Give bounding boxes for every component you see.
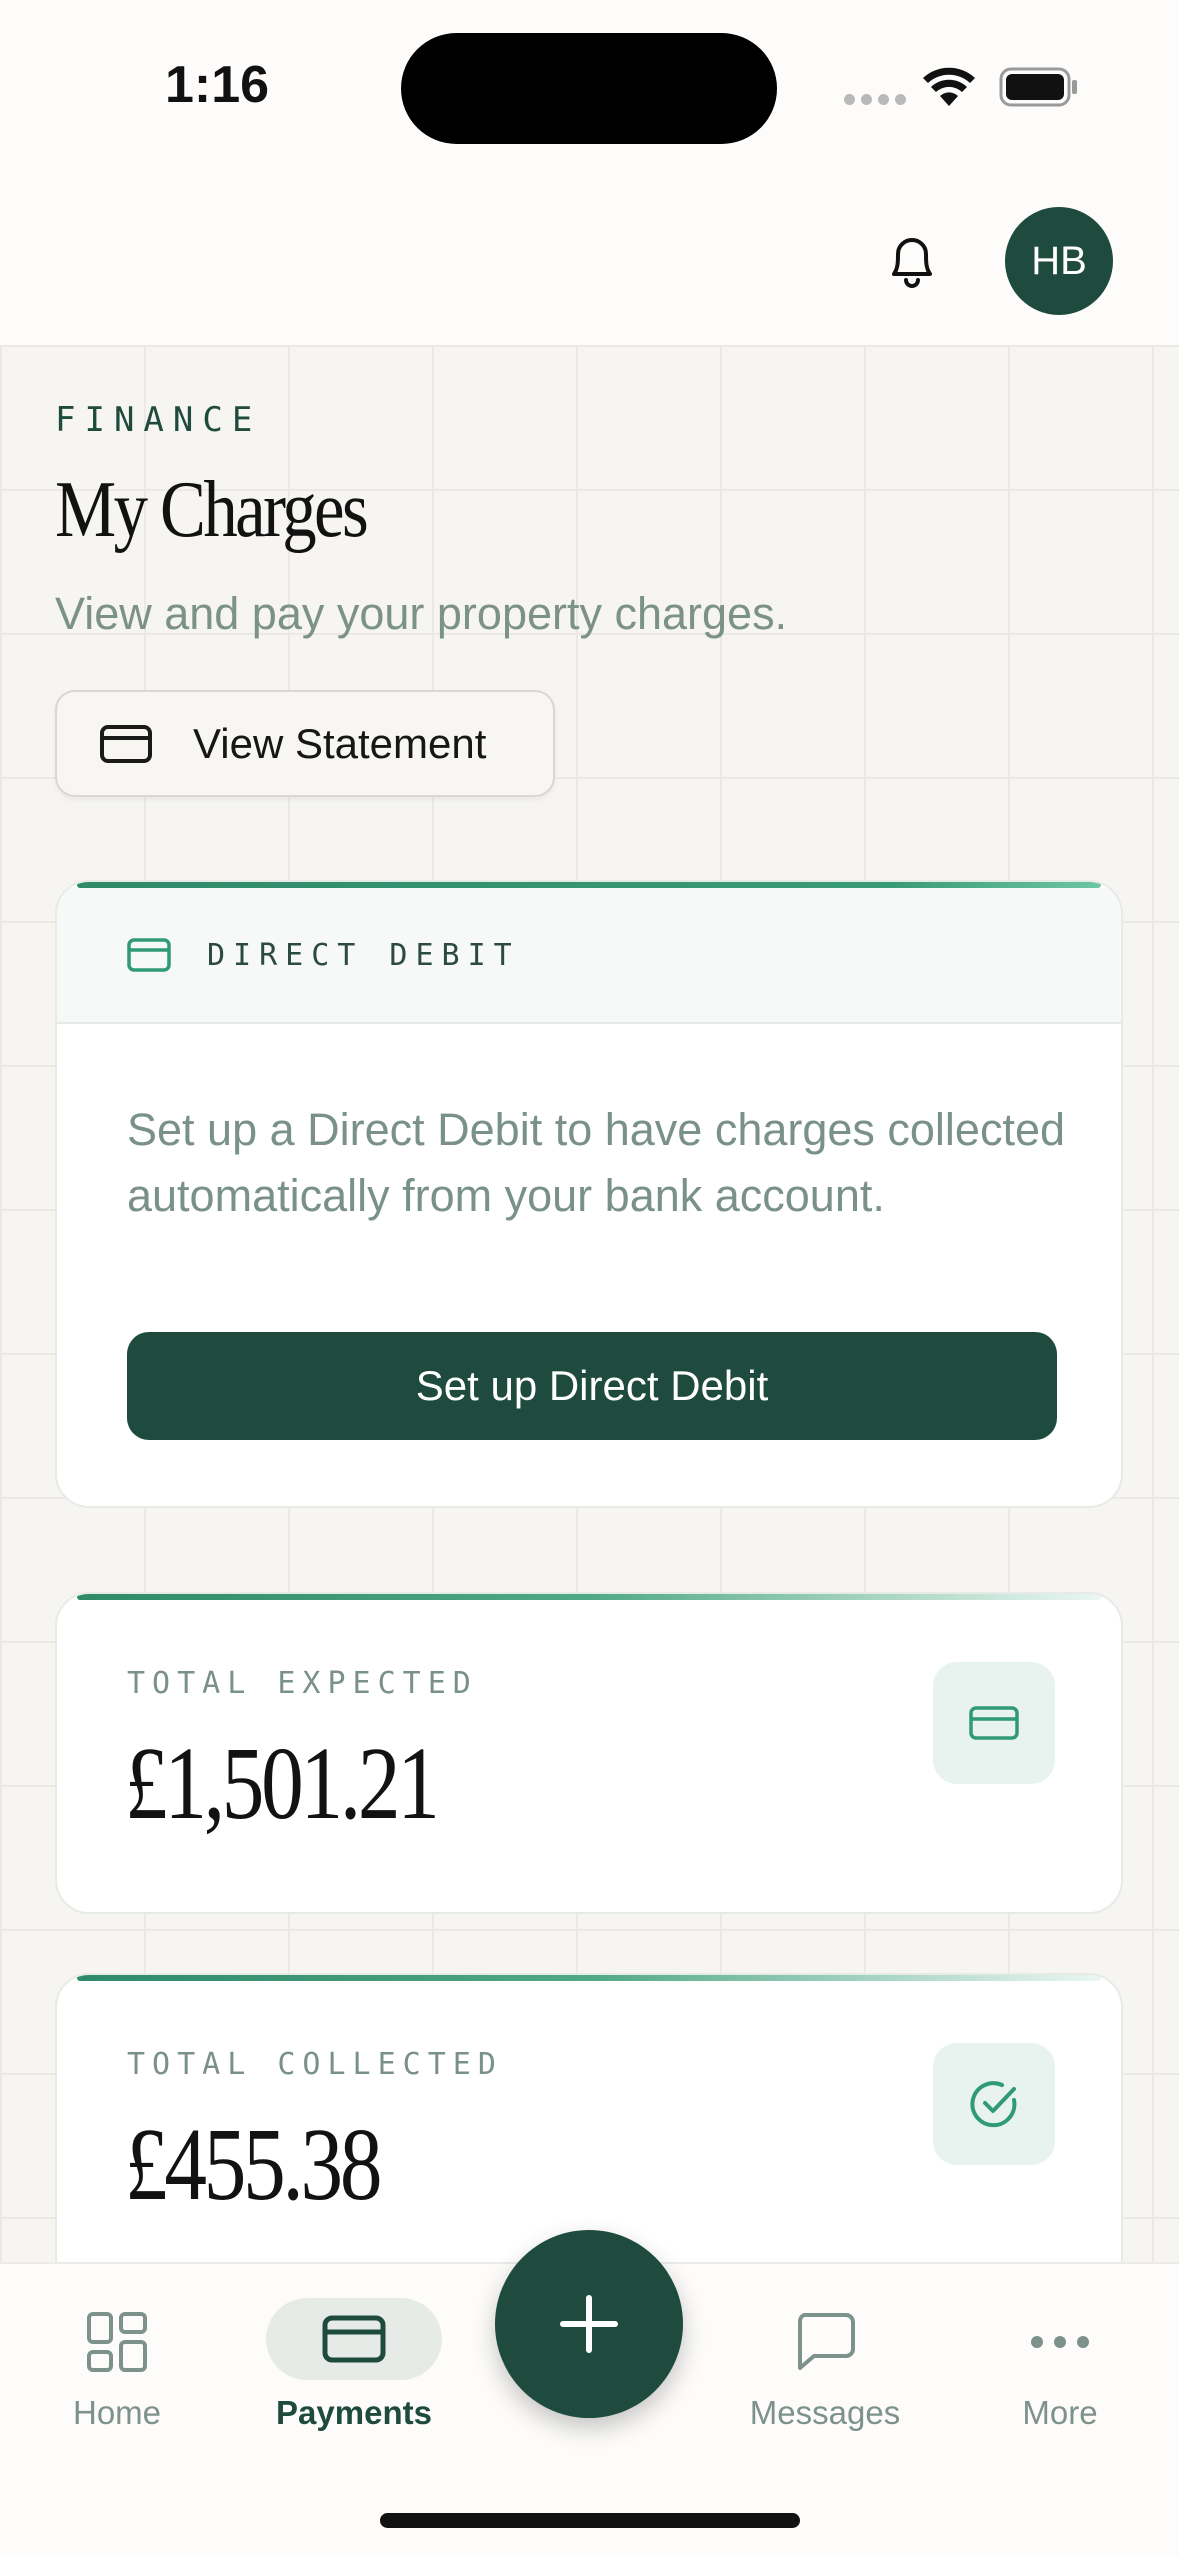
card-icon <box>933 1662 1055 1784</box>
chat-icon <box>794 2296 856 2388</box>
grid-icon <box>86 2296 148 2388</box>
tab-more-label: More <box>1022 2394 1098 2431</box>
section-eyebrow: FINANCE <box>55 400 262 440</box>
home-indicator[interactable] <box>380 2513 800 2528</box>
direct-debit-card: DIRECT DEBIT Set up a Direct Debit to ha… <box>55 880 1123 1508</box>
direct-debit-header: DIRECT DEBIT <box>57 888 1121 1024</box>
dynamic-island <box>401 33 777 144</box>
total-expected-label: TOTAL EXPECTED <box>127 1666 478 1701</box>
total-expected-value: £1,501.21 <box>125 1726 440 1841</box>
card-icon <box>127 938 171 972</box>
direct-debit-heading: DIRECT DEBIT <box>207 937 520 973</box>
direct-debit-description: Set up a Direct Debit to have charges co… <box>127 1104 1066 1221</box>
view-statement-button[interactable]: View Statement <box>55 690 555 797</box>
plus-icon <box>560 2295 618 2353</box>
tab-home-label: Home <box>72 2394 162 2431</box>
total-collected-label: TOTAL COLLECTED <box>127 2047 503 2082</box>
check-circle-icon <box>933 2043 1055 2165</box>
card-accent-bar <box>77 1594 1101 1600</box>
more-icon <box>1030 2296 1090 2388</box>
top-bar: 1:16 HB <box>0 0 1179 345</box>
wifi-icon <box>923 67 975 106</box>
cellular-signal-icon <box>844 94 906 105</box>
card-icon <box>100 724 152 763</box>
page-title: My Charges <box>55 466 369 554</box>
tab-payments-label: Payments <box>276 2394 432 2431</box>
status-time: 1:16 <box>165 56 270 114</box>
user-avatar[interactable]: HB <box>1005 207 1113 315</box>
tab-more[interactable]: More <box>1010 2264 1110 2432</box>
battery-icon <box>999 67 1077 107</box>
notification-bell-icon[interactable] <box>882 228 942 292</box>
total-expected-card: TOTAL EXPECTED £1,501.21 <box>55 1592 1123 1914</box>
card-icon <box>266 2298 442 2380</box>
tab-payments[interactable]: Payments <box>265 2264 443 2432</box>
card-accent-bar <box>77 1975 1101 1981</box>
tab-home[interactable]: Home <box>55 2264 179 2432</box>
total-collected-value: £455.38 <box>125 2107 382 2222</box>
setup-direct-debit-button[interactable]: Set up Direct Debit <box>127 1332 1057 1440</box>
page-subtitle: View and pay your property charges. <box>55 588 788 639</box>
view-statement-label: View Statement <box>193 719 487 767</box>
add-button[interactable] <box>495 2230 683 2418</box>
tab-messages[interactable]: Messages <box>740 2264 910 2432</box>
tab-messages-label: Messages <box>749 2394 901 2431</box>
